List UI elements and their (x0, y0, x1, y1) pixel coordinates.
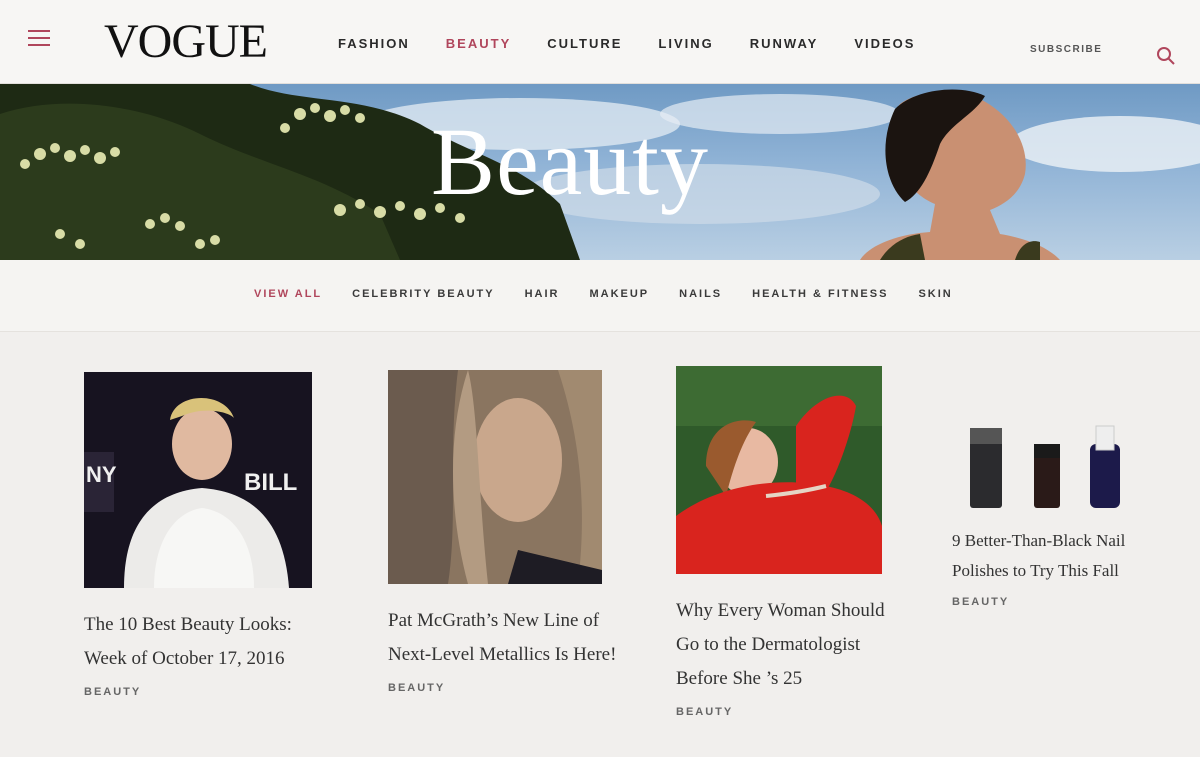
subnav-item-makeup[interactable]: MAKEUP (589, 288, 649, 300)
article-card[interactable]: Pat McGrath’s New Line of Next-Level Met… (388, 370, 618, 694)
article-card[interactable]: NY BILL The 10 Best Beauty Looks: Week o… (84, 372, 314, 698)
article-thumbnail[interactable] (676, 366, 882, 574)
article-thumbnail[interactable]: NY BILL (84, 372, 312, 588)
subnav-item-nails[interactable]: NAILS (679, 288, 722, 300)
article-card[interactable]: 9 Better-Than-Black Nail Polishes to Try… (952, 422, 1152, 608)
nav-item-fashion[interactable]: FASHION (338, 36, 410, 51)
hero-title: Beauty (431, 108, 709, 215)
article-headline[interactable]: The 10 Best Beauty Looks: Week of Octobe… (84, 608, 314, 676)
article-headline[interactable]: Why Every Woman Should Go to the Dermato… (676, 594, 896, 696)
article-headline[interactable]: 9 Better-Than-Black Nail Polishes to Try… (952, 526, 1152, 586)
article-tag[interactable]: BEAUTY (84, 686, 314, 698)
article-tag[interactable]: BEAUTY (676, 706, 896, 718)
nav-item-runway[interactable]: RUNWAY (750, 36, 819, 51)
subnav-item-health-fitness[interactable]: HEALTH & FITNESS (752, 288, 888, 300)
hero-banner: Beauty (0, 84, 1200, 260)
main-nav: FASHION BEAUTY CULTURE LIVING RUNWAY VID… (338, 36, 951, 51)
article-card[interactable]: Why Every Woman Should Go to the Dermato… (676, 366, 896, 718)
svg-text:BILL: BILL (244, 469, 297, 496)
article-tag[interactable]: BEAUTY (388, 682, 618, 694)
top-navigation-bar: VOGUE FASHION BEAUTY CULTURE LIVING RUNW… (0, 0, 1200, 84)
article-tag[interactable]: BEAUTY (952, 596, 1152, 608)
nav-item-beauty[interactable]: BEAUTY (446, 36, 511, 51)
nav-item-culture[interactable]: CULTURE (547, 36, 622, 51)
article-grid: NY BILL The 10 Best Beauty Looks: Week o… (0, 332, 1200, 757)
subnav-item-skin[interactable]: SKIN (918, 288, 952, 300)
article-thumbnail[interactable] (952, 422, 1142, 522)
article-thumbnail[interactable] (388, 370, 602, 584)
subnav-item-celebrity-beauty[interactable]: CELEBRITY BEAUTY (352, 288, 494, 300)
hamburger-menu-icon[interactable] (28, 30, 50, 50)
subnav-item-hair[interactable]: HAIR (525, 288, 560, 300)
beauty-subnav: VIEW ALL CELEBRITY BEAUTY HAIR MAKEUP NA… (0, 260, 1200, 332)
article-headline[interactable]: Pat McGrath’s New Line of Next-Level Met… (388, 604, 618, 672)
search-icon[interactable] (1156, 46, 1176, 66)
subscribe-link[interactable]: SUBSCRIBE (1030, 44, 1102, 55)
nav-item-videos[interactable]: VIDEOS (854, 36, 915, 51)
subnav-item-view-all[interactable]: VIEW ALL (254, 288, 322, 300)
vogue-logo[interactable]: VOGUE (104, 14, 268, 69)
svg-text:NY: NY (86, 462, 117, 487)
nav-item-living[interactable]: LIVING (658, 36, 713, 51)
